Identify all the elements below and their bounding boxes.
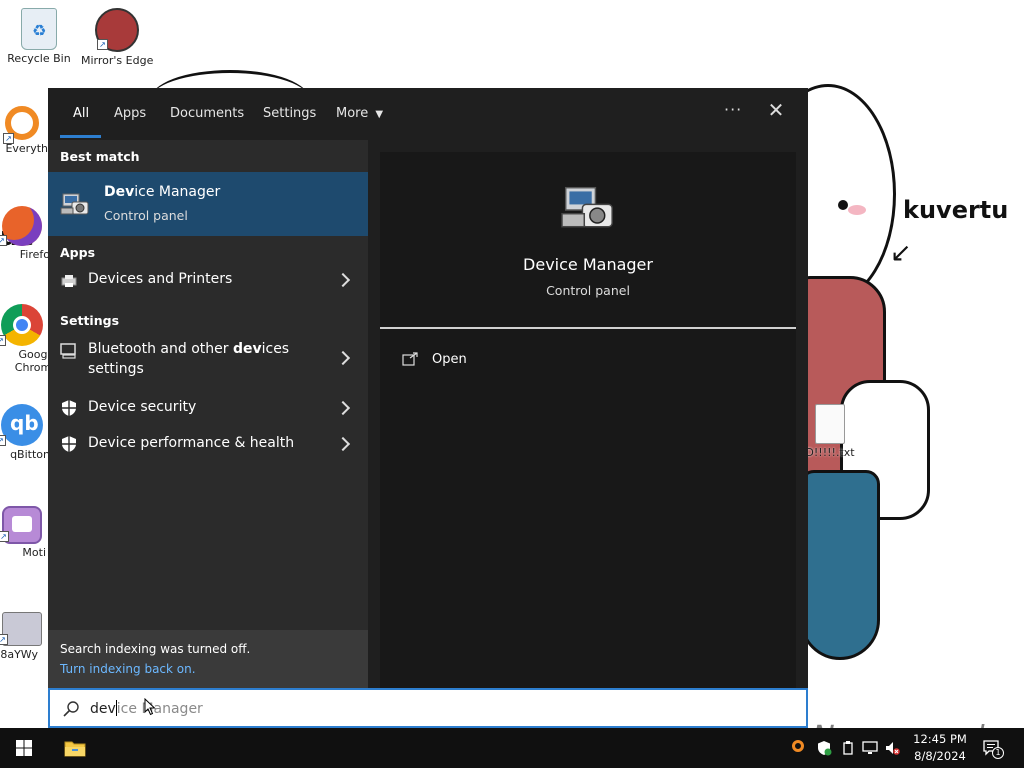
result-title: Devices and Printers: [88, 271, 233, 287]
desktop-icon-recycle-bin[interactable]: ♻ Recycle Bin: [3, 8, 75, 65]
search-input[interactable]: device Manager: [48, 688, 808, 728]
result-title: Bluetooth and other devices settings: [88, 339, 289, 379]
results-list: Best match Device Manager Control panel …: [48, 140, 368, 728]
preview-title: Device Manager: [523, 255, 653, 274]
open-label: Open: [432, 352, 467, 367]
search-typed-text: dev: [90, 701, 116, 717]
mirrors-edge-icon: ↗: [95, 8, 139, 52]
indexing-message: Search indexing was turned off.: [60, 642, 251, 656]
tab-apps[interactable]: Apps: [114, 106, 146, 121]
active-tab-indicator: [60, 135, 101, 138]
tab-settings[interactable]: Settings: [263, 106, 316, 121]
shortcut-arrow-icon: ↗: [3, 133, 14, 144]
open-icon: [402, 352, 418, 366]
open-action[interactable]: Open: [402, 348, 602, 372]
mouse-cursor-icon: [144, 698, 156, 716]
network-icon[interactable]: [862, 740, 878, 756]
wallpaper-figure-cheek: [848, 205, 866, 215]
everything-search-icon: ↗: [3, 106, 39, 144]
result-title-post: ices: [261, 341, 290, 357]
shortcut-arrow-icon: ↗: [0, 634, 8, 645]
wallpaper-caption: kuvertu: [903, 196, 1009, 224]
text-file-icon: [815, 404, 845, 444]
shortcut-arrow-icon: ↗: [0, 435, 6, 446]
result-device-performance-health[interactable]: Device performance & health: [48, 426, 368, 462]
windows-start-icon[interactable]: [16, 740, 32, 756]
preview-subtitle: Control panel: [546, 283, 630, 298]
best-match-title: Device Manager: [104, 184, 220, 200]
result-bluetooth-settings[interactable]: Bluetooth and other devices settings: [48, 332, 368, 384]
printer-icon: [61, 275, 77, 287]
shortcut-arrow-icon: ↗: [0, 531, 9, 542]
section-header-settings: Settings: [60, 313, 120, 328]
result-title: Device performance & health: [88, 435, 295, 451]
usb-device-icon[interactable]: [840, 740, 856, 756]
shield-icon: [62, 436, 76, 452]
best-match-device-manager[interactable]: Device Manager Control panel: [48, 172, 368, 236]
chevron-right-icon[interactable]: [335, 350, 351, 366]
more-options-icon[interactable]: ···: [724, 100, 742, 119]
tab-documents[interactable]: Documents: [170, 106, 244, 121]
shortcut-arrow-icon: ↗: [0, 235, 7, 246]
chevron-right-icon[interactable]: [335, 272, 351, 288]
result-title: Device security: [88, 399, 197, 415]
result-title-bold: dev: [232, 341, 262, 357]
volume-muted-icon[interactable]: [884, 740, 900, 756]
shortcut-arrow-icon: ↗: [97, 39, 108, 50]
tab-more-label: More: [336, 106, 369, 121]
desktop-file-label: D!!!!!.txt: [805, 446, 855, 459]
desktop-icon-label: Recycle Bin: [7, 52, 71, 65]
search-autocomplete-suggestion: ice Manager: [116, 701, 203, 717]
action-center-button[interactable]: 1: [982, 738, 1006, 760]
shield-icon: [62, 400, 76, 416]
preview-divider: [380, 327, 796, 329]
firefox-icon: ↗: [0, 206, 42, 246]
best-match-subtitle: Control panel: [104, 208, 188, 223]
result-device-security[interactable]: Device security: [48, 390, 368, 426]
wallpaper-arrow: ↙: [890, 238, 912, 268]
search-tab-bar: All Apps Documents Settings More ▼ ··· ✕: [48, 88, 808, 140]
indexing-notice: Search indexing was turned off. Turn ind…: [48, 630, 368, 688]
file-explorer-icon[interactable]: [64, 738, 86, 758]
desktop-icon-label: Mirror's Edge: [81, 54, 153, 67]
section-header-best-match: Best match: [60, 149, 140, 164]
bluetooth-devices-icon: [60, 343, 76, 359]
clock-time[interactable]: 12:45 PM: [908, 732, 972, 746]
shortcut-arrow-icon: ↗: [0, 335, 6, 346]
result-title-line2: settings: [88, 361, 144, 377]
best-match-title-rest: ice Manager: [134, 184, 221, 200]
qbittorrent-icon: qb ↗: [0, 404, 43, 446]
defender-shield-icon[interactable]: [816, 740, 832, 756]
tab-more[interactable]: More ▼: [336, 106, 383, 121]
chevron-right-icon[interactable]: [335, 400, 351, 416]
chrome-icon: ↗: [0, 304, 43, 346]
desktop-icon-mirrors-edge[interactable]: ↗ Mirror's Edge: [81, 8, 153, 67]
chevron-right-icon[interactable]: [335, 436, 351, 452]
windows-search-panel: All Apps Documents Settings More ▼ ··· ✕…: [48, 88, 808, 728]
result-title-pre: Bluetooth and other: [88, 341, 233, 357]
preview-pane: Device Manager Control panel Open: [380, 152, 796, 728]
tab-all[interactable]: All: [73, 106, 89, 121]
notification-count: 1: [992, 747, 1004, 759]
device-manager-icon: [60, 193, 89, 215]
clock-date[interactable]: 8/8/2024: [908, 749, 972, 763]
everything-tray-icon[interactable]: [792, 740, 808, 756]
wallpaper-figure-legs: [800, 470, 880, 660]
close-button[interactable]: ✕: [764, 98, 788, 122]
search-icon: [63, 701, 79, 717]
turn-indexing-on-link[interactable]: Turn indexing back on.: [60, 662, 196, 676]
wallpaper-figure-eye: [838, 200, 848, 210]
recycle-bin-icon: ♻: [21, 8, 57, 50]
caret-down-icon: ▼: [375, 109, 384, 120]
device-manager-large-icon: [561, 186, 613, 228]
moti-app-icon: ↗: [0, 506, 42, 544]
desktop-file-txt[interactable]: D!!!!!.txt: [800, 404, 860, 459]
taskbar: 12:45 PM 8/8/2024 1: [0, 728, 1024, 768]
best-match-title-bold: Dev: [104, 184, 135, 200]
image-thumbnail-icon: ↗: [0, 612, 42, 646]
result-devices-and-printers[interactable]: Devices and Printers: [48, 264, 368, 296]
section-header-apps: Apps: [60, 245, 96, 260]
